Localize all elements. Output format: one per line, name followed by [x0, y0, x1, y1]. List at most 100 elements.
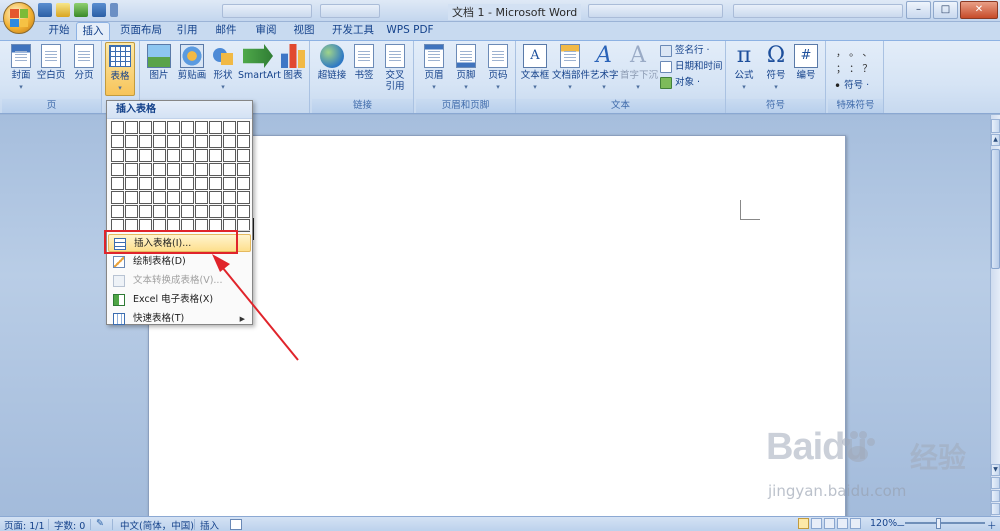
- table-grid-cell[interactable]: [195, 177, 208, 190]
- table-grid-cell[interactable]: [237, 121, 250, 134]
- tab-developer[interactable]: 开发工具: [330, 22, 376, 40]
- special-symbol-button[interactable]: • 符号 ·: [834, 79, 869, 93]
- table-grid-cell[interactable]: [195, 191, 208, 204]
- table-grid-cell[interactable]: [125, 177, 138, 190]
- tab-view[interactable]: 视图: [288, 22, 320, 40]
- cross-reference-button[interactable]: 交叉 引用: [382, 44, 408, 92]
- table-grid-cell[interactable]: [237, 135, 250, 148]
- outline-view-icon[interactable]: [837, 518, 848, 529]
- undo-icon[interactable]: [56, 3, 70, 17]
- maximize-button[interactable]: □: [933, 1, 958, 19]
- minimize-button[interactable]: –: [906, 1, 931, 19]
- macro-record-icon[interactable]: [230, 519, 242, 530]
- table-grid-cell[interactable]: [125, 205, 138, 218]
- table-grid-cell[interactable]: [167, 177, 180, 190]
- print-layout-view-icon[interactable]: [798, 518, 809, 529]
- table-grid-cell[interactable]: [195, 149, 208, 162]
- table-grid-cell[interactable]: [181, 121, 194, 134]
- table-grid-cell[interactable]: [167, 135, 180, 148]
- table-grid-cell[interactable]: [139, 177, 152, 190]
- table-size-grid[interactable]: [111, 121, 251, 232]
- proofing-icon[interactable]: ✎: [96, 518, 104, 529]
- draft-view-icon[interactable]: [850, 518, 861, 529]
- ruler-toggle-icon[interactable]: [991, 119, 1000, 133]
- table-grid-cell[interactable]: [209, 205, 222, 218]
- tab-wps-pdf[interactable]: WPS PDF: [384, 22, 436, 40]
- table-grid-cell[interactable]: [237, 177, 250, 190]
- table-grid-cell[interactable]: [153, 205, 166, 218]
- table-grid-cell[interactable]: [223, 205, 236, 218]
- office-button[interactable]: [3, 2, 35, 34]
- table-grid-cell[interactable]: [223, 135, 236, 148]
- table-grid-cell[interactable]: [139, 121, 152, 134]
- convert-text-to-table-menu-item[interactable]: 文本转换成表格(V)...: [108, 272, 251, 290]
- table-grid-cell[interactable]: [209, 163, 222, 176]
- table-grid-cell[interactable]: [167, 191, 180, 204]
- table-grid-cell[interactable]: [153, 135, 166, 148]
- symbol-button[interactable]: Ω 符号 ▾: [762, 44, 790, 93]
- table-grid-cell[interactable]: [223, 191, 236, 204]
- table-grid-cell[interactable]: [223, 121, 236, 134]
- page-break-button[interactable]: 分页: [70, 44, 98, 81]
- table-grid-cell[interactable]: [237, 149, 250, 162]
- table-grid-cell[interactable]: [181, 163, 194, 176]
- quick-parts-button[interactable]: 文档部件 ▾: [552, 44, 590, 93]
- table-grid-cell[interactable]: [139, 191, 152, 204]
- customize-qat-icon[interactable]: [110, 3, 118, 17]
- picture-button[interactable]: 图片: [146, 44, 172, 81]
- table-grid-cell[interactable]: [111, 135, 124, 148]
- header-button[interactable]: 页眉 ▾: [420, 44, 448, 93]
- table-grid-cell[interactable]: [195, 205, 208, 218]
- tab-review[interactable]: 审阅: [250, 22, 282, 40]
- table-grid-cell[interactable]: [181, 177, 194, 190]
- table-grid-cell[interactable]: [181, 135, 194, 148]
- table-grid-cell[interactable]: [125, 149, 138, 162]
- web-layout-view-icon[interactable]: [824, 518, 835, 529]
- table-grid-cell[interactable]: [125, 163, 138, 176]
- table-grid-cell[interactable]: [153, 163, 166, 176]
- zoom-level[interactable]: 120%: [870, 518, 897, 529]
- table-grid-cell[interactable]: [195, 135, 208, 148]
- cover-page-button[interactable]: 封面 ▾: [7, 44, 35, 93]
- clipart-button[interactable]: 剪贴画: [176, 44, 208, 81]
- table-grid-cell[interactable]: [111, 191, 124, 204]
- next-page-icon[interactable]: [991, 503, 1000, 515]
- wordart-button[interactable]: A 艺术字 ▾: [590, 44, 619, 93]
- table-grid-cell[interactable]: [167, 205, 180, 218]
- zoom-out-button[interactable]: －: [896, 518, 906, 531]
- table-grid-cell[interactable]: [209, 177, 222, 190]
- tab-insert[interactable]: 插入: [76, 22, 110, 40]
- insert-mode-indicator[interactable]: 插入: [200, 518, 219, 531]
- page-count[interactable]: 页面: 1/1: [4, 518, 45, 531]
- footer-button[interactable]: 页脚 ▾: [452, 44, 480, 93]
- full-screen-view-icon[interactable]: [811, 518, 822, 529]
- table-grid-cell[interactable]: [237, 191, 250, 204]
- print-preview-icon[interactable]: [92, 3, 106, 17]
- quick-tables-menu-item[interactable]: 快速表格(T) ▶: [108, 310, 251, 328]
- excel-spreadsheet-menu-item[interactable]: Excel 电子表格(X): [108, 291, 251, 309]
- signature-line-button[interactable]: 签名行 ·: [660, 44, 710, 58]
- previous-page-icon[interactable]: [991, 477, 1000, 489]
- table-grid-cell[interactable]: [181, 205, 194, 218]
- table-grid-cell[interactable]: [153, 177, 166, 190]
- table-grid-cell[interactable]: [111, 163, 124, 176]
- table-grid-cell[interactable]: [209, 121, 222, 134]
- language-indicator[interactable]: 中文(简体，中国): [120, 518, 194, 531]
- bookmark-button[interactable]: 书签: [352, 44, 376, 81]
- table-grid-cell[interactable]: [181, 191, 194, 204]
- punctuation-row-1[interactable]: ， 。 、: [836, 47, 872, 61]
- table-grid-cell[interactable]: [223, 149, 236, 162]
- table-grid-cell[interactable]: [181, 149, 194, 162]
- smartart-button[interactable]: SmartArt: [238, 44, 281, 81]
- page-number-button[interactable]: 页码 ▾: [484, 44, 512, 93]
- table-grid-cell[interactable]: [125, 191, 138, 204]
- chart-button[interactable]: 图表: [280, 44, 306, 81]
- scroll-up-button[interactable]: ▲: [991, 134, 1000, 146]
- browse-object-icon[interactable]: [991, 490, 1000, 502]
- table-grid-cell[interactable]: [237, 163, 250, 176]
- table-grid-cell[interactable]: [125, 135, 138, 148]
- tab-page-layout[interactable]: 页面布局: [114, 22, 168, 40]
- tab-mailings[interactable]: 邮件: [210, 22, 242, 40]
- zoom-slider-knob[interactable]: [936, 518, 941, 529]
- drop-cap-button[interactable]: A 首字下沉 ▾: [620, 44, 658, 93]
